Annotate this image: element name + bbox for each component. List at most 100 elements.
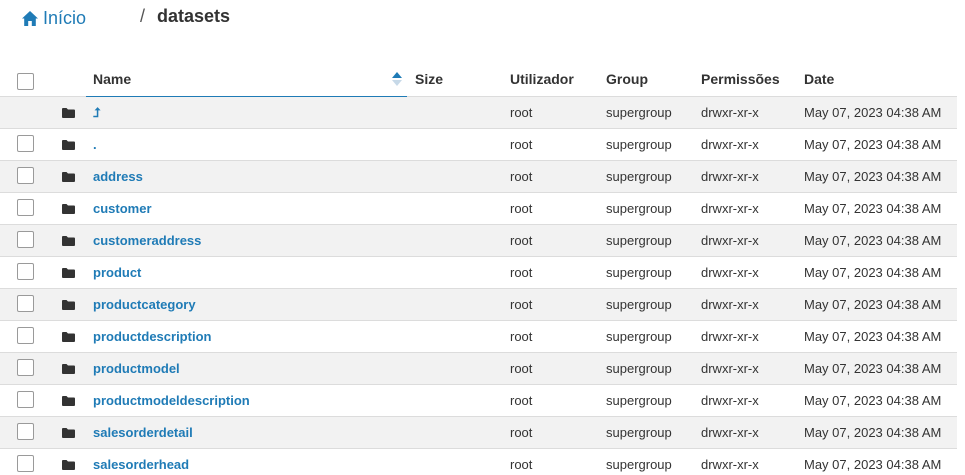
table-row[interactable]: . root supergroup drwxr-xr-x May 07, 2023 04… (0, 129, 957, 161)
folder-icon (62, 364, 75, 374)
row-name-link[interactable]: productmodel (93, 361, 180, 376)
row-permissions: drwxr-xr-x (701, 425, 759, 440)
sort-ascending-icon[interactable] (392, 72, 402, 86)
row-group: supergroup (606, 105, 672, 120)
row-name-link[interactable]: address (93, 169, 143, 184)
folder-icon (62, 332, 75, 342)
row-name-link[interactable]: productdescription (93, 329, 211, 344)
row-user: root (510, 105, 533, 120)
column-header-name[interactable]: Name (93, 71, 131, 87)
folder-icon (62, 460, 75, 470)
row-user: root (510, 201, 533, 216)
table-row[interactable]: salesorderdetail root supergroup drwxr-xr-x… (0, 417, 957, 449)
row-permissions: drwxr-xr-x (701, 169, 759, 184)
row-permissions: drwxr-xr-x (701, 297, 759, 312)
row-name-link[interactable]: customeraddress (93, 233, 201, 248)
row-name-link[interactable]: salesorderhead (93, 457, 189, 472)
select-all-checkbox[interactable] (17, 73, 34, 90)
row-checkbox[interactable] (17, 167, 34, 184)
row-name-link[interactable]: product (93, 265, 141, 280)
row-checkbox[interactable] (17, 391, 34, 408)
row-checkbox[interactable] (17, 423, 34, 440)
row-name-link[interactable]: salesorderdetail (93, 425, 193, 440)
row-group: supergroup (606, 361, 672, 376)
row-user: root (510, 457, 533, 472)
row-user: root (510, 329, 533, 344)
folder-icon (62, 396, 75, 406)
row-checkbox[interactable] (17, 135, 34, 152)
folder-icon (62, 236, 75, 246)
folder-icon (62, 268, 75, 278)
row-user: root (510, 233, 533, 248)
table-row[interactable]: productdescription root supergroup drwxr-xr… (0, 321, 957, 353)
row-date: May 07, 2023 04:38 AM (804, 137, 942, 152)
row-date: May 07, 2023 04:38 AM (804, 169, 942, 184)
breadcrumb: Início / datasets (22, 6, 230, 30)
row-permissions: drwxr-xr-x (701, 105, 759, 120)
row-user: root (510, 361, 533, 376)
table-header: Name Size Utilizador Group Permissões Da… (0, 63, 957, 97)
file-table: Name Size Utilizador Group Permissões Da… (0, 63, 957, 475)
row-permissions: drwxr-xr-x (701, 201, 759, 216)
row-user: root (510, 265, 533, 280)
row-date: May 07, 2023 04:38 AM (804, 425, 942, 440)
row-checkbox[interactable] (17, 359, 34, 376)
table-row[interactable]: productmodeldescription root supergroup drw… (0, 385, 957, 417)
row-date: May 07, 2023 04:38 AM (804, 297, 942, 312)
row-group: supergroup (606, 329, 672, 344)
column-header-date[interactable]: Date (804, 71, 834, 87)
row-date: May 07, 2023 04:38 AM (804, 233, 942, 248)
table-row[interactable]: customer root supergroup drwxr-xr-x May 07, … (0, 193, 957, 225)
table-row[interactable]: salesorderhead root supergroup drwxr-xr-x Ma… (0, 449, 957, 475)
folder-icon (62, 204, 75, 214)
row-checkbox[interactable] (17, 199, 34, 216)
row-checkbox[interactable] (17, 263, 34, 280)
row-group: supergroup (606, 457, 672, 472)
folder-icon (62, 300, 75, 310)
row-checkbox[interactable] (17, 231, 34, 248)
row-permissions: drwxr-xr-x (701, 233, 759, 248)
row-user: root (510, 169, 533, 184)
row-name-link[interactable]: productmodeldescription (93, 393, 250, 408)
table-row[interactable]: address root supergroup drwxr-xr-x May 07, 2… (0, 161, 957, 193)
row-user: root (510, 393, 533, 408)
row-group: supergroup (606, 201, 672, 216)
row-user: root (510, 425, 533, 440)
row-name-link[interactable]: productcategory (93, 297, 196, 312)
row-name-link[interactable]: . (93, 137, 97, 152)
breadcrumb-home-link[interactable]: Início (22, 8, 86, 29)
row-permissions: drwxr-xr-x (701, 457, 759, 472)
row-permissions: drwxr-xr-x (701, 265, 759, 280)
table-row[interactable]: productcategory root supergroup drwxr-xr-x M… (0, 289, 957, 321)
row-date: May 07, 2023 04:38 AM (804, 265, 942, 280)
row-group: supergroup (606, 137, 672, 152)
row-name-link[interactable]: customer (93, 201, 152, 216)
row-checkbox[interactable] (17, 455, 34, 472)
row-date: May 07, 2023 04:38 AM (804, 201, 942, 216)
row-name-link[interactable]: ⮥ (93, 105, 101, 121)
table-row[interactable]: product root supergroup drwxr-xr-x May 07, 2… (0, 257, 957, 289)
table-row[interactable]: ⮥ root supergroup drwxr-xr-x May 07, 2023 04… (0, 97, 957, 129)
breadcrumb-separator: / (140, 6, 146, 26)
row-group: supergroup (606, 169, 672, 184)
row-checkbox[interactable] (17, 295, 34, 312)
row-user: root (510, 297, 533, 312)
column-header-size[interactable]: Size (415, 71, 443, 87)
folder-icon (62, 108, 75, 118)
row-date: May 07, 2023 04:38 AM (804, 329, 942, 344)
breadcrumb-home-label: Início (43, 7, 87, 28)
column-header-permissions[interactable]: Permissões (701, 71, 780, 87)
column-header-user[interactable]: Utilizador (510, 71, 574, 87)
row-checkbox[interactable] (17, 327, 34, 344)
row-permissions: drwxr-xr-x (701, 329, 759, 344)
folder-icon (62, 140, 75, 150)
row-group: supergroup (606, 297, 672, 312)
row-date: May 07, 2023 04:38 AM (804, 393, 942, 408)
table-row[interactable]: customeraddress root supergroup drwxr-xr-x M… (0, 225, 957, 257)
row-date: May 07, 2023 04:38 AM (804, 361, 942, 376)
column-header-group[interactable]: Group (606, 71, 648, 87)
row-permissions: drwxr-xr-x (701, 361, 759, 376)
table-row[interactable]: productmodel root supergroup drwxr-xr-x May … (0, 353, 957, 385)
folder-icon (62, 428, 75, 438)
breadcrumb-current: datasets (157, 6, 231, 26)
